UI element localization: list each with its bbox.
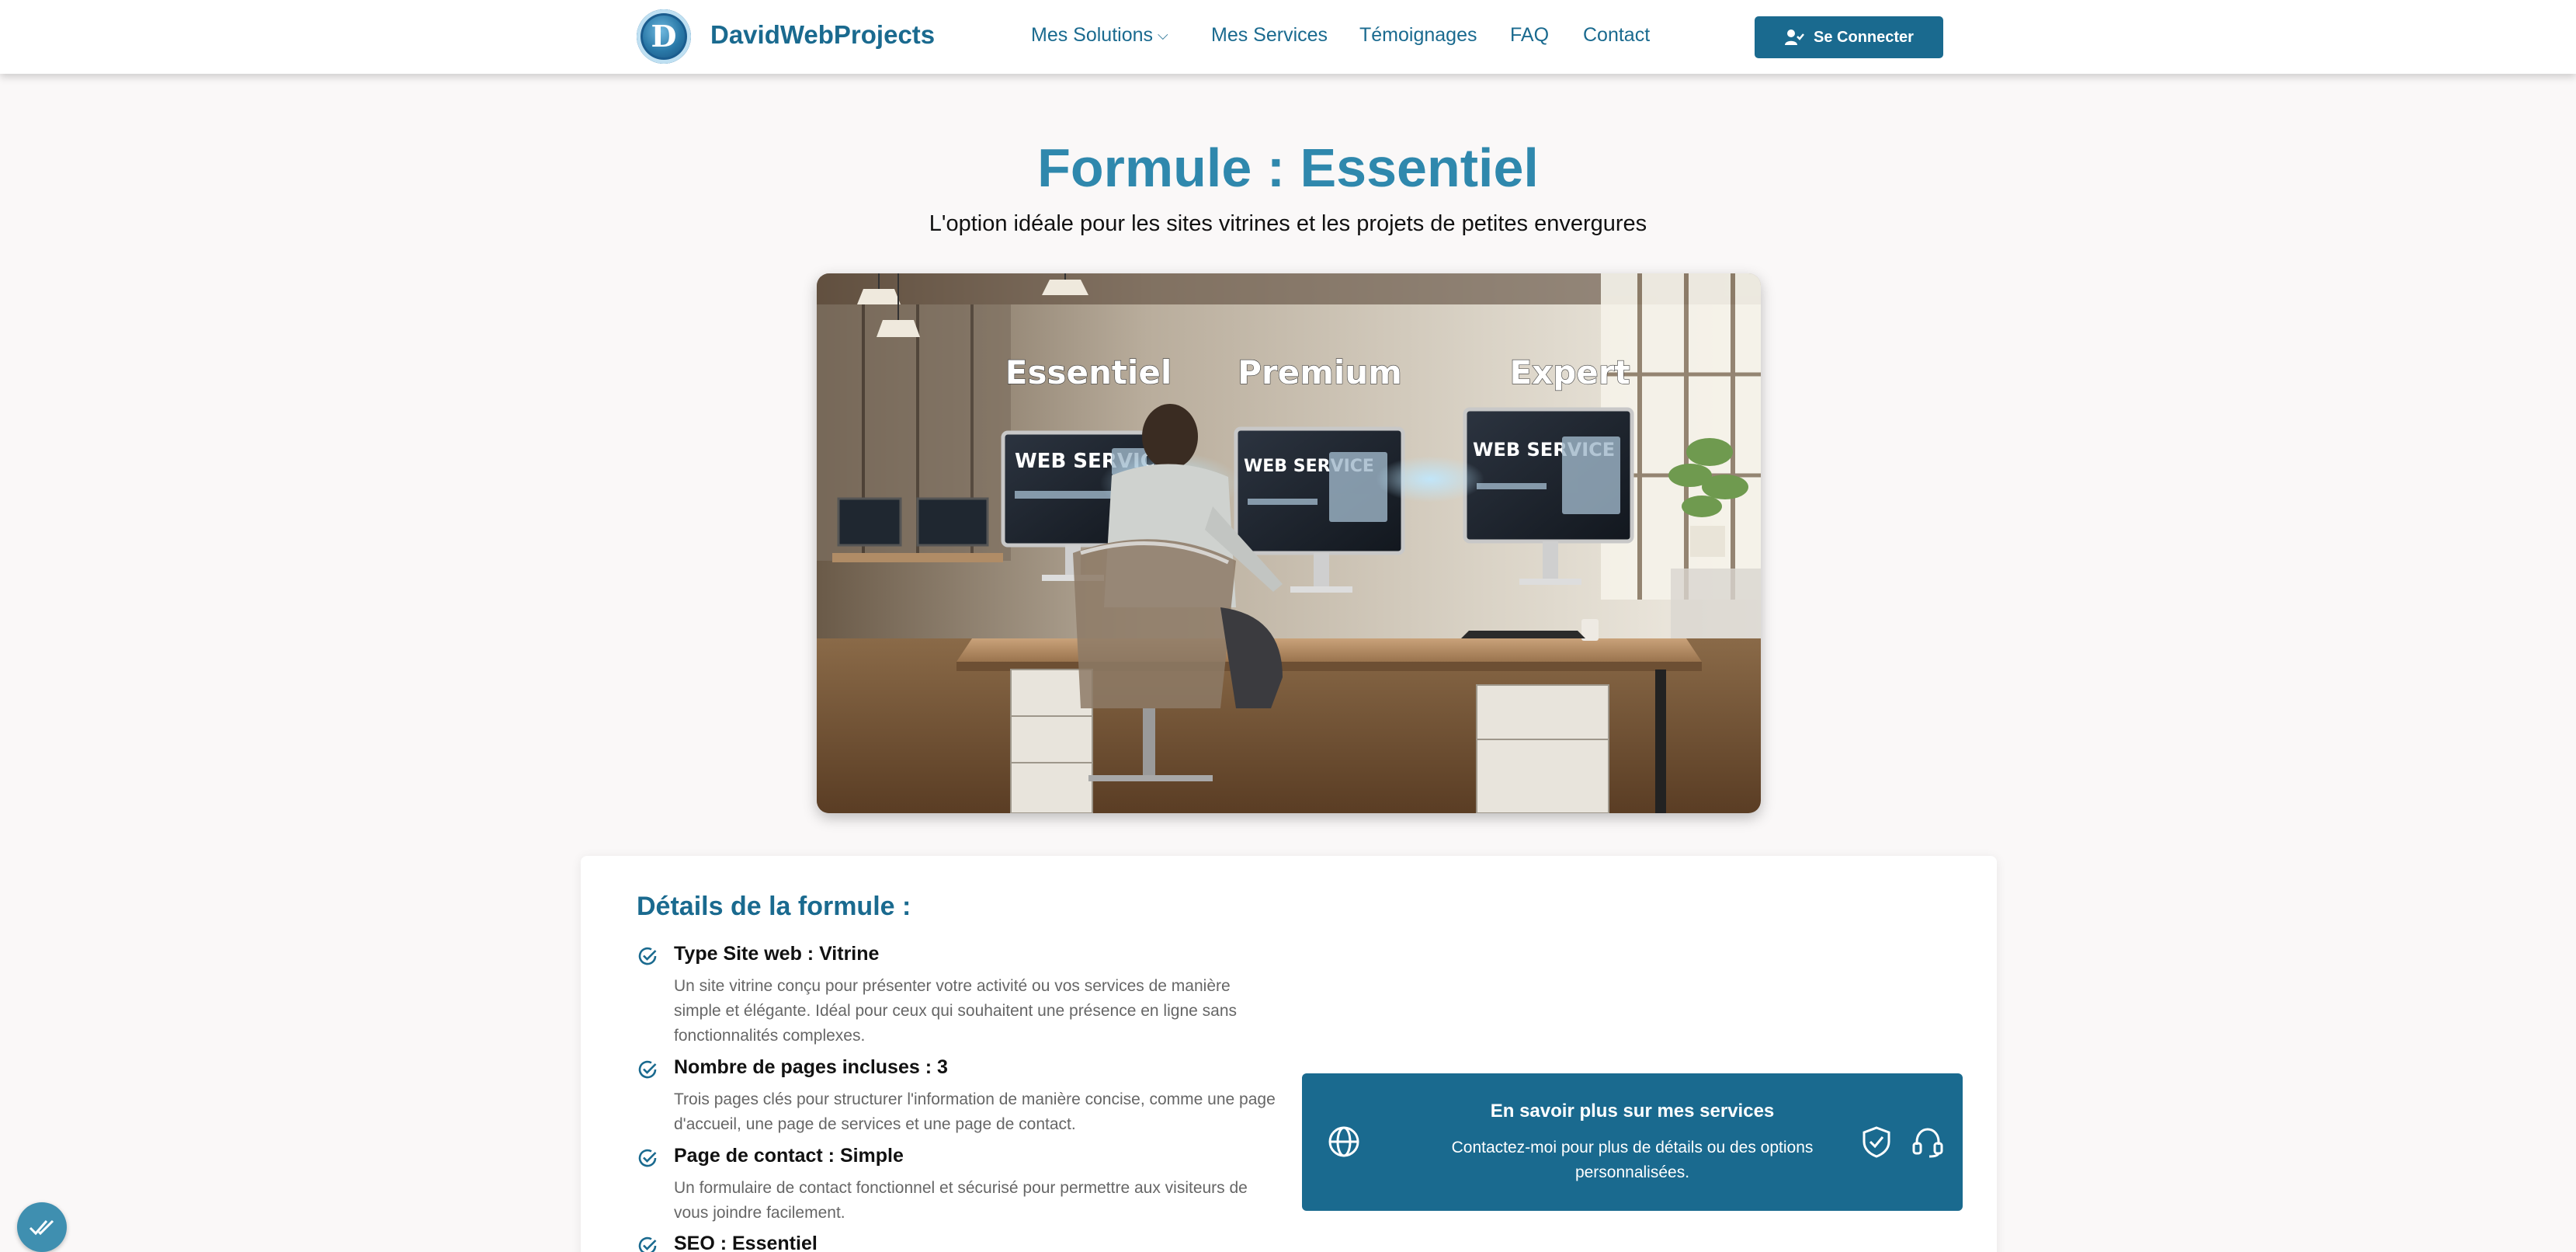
site-header: D DavidWebProjects Mes Solutions ⌵ Mes Se…: [0, 0, 2576, 74]
nav-temoignages[interactable]: Témoignages: [1359, 24, 1477, 47]
services-cta[interactable]: En savoir plus sur mes services Contacte…: [1302, 1073, 1963, 1211]
feature-title: SEO : Essentiel: [674, 1233, 818, 1252]
check-circle-icon: [638, 1060, 657, 1079]
feature-item: Nombre de pages incluses : 3 Trois pages…: [637, 1056, 1276, 1134]
page-title: Formule : Essentiel: [1037, 137, 1539, 198]
globe-icon: [1328, 1126, 1359, 1157]
check-circle-icon: [638, 1236, 657, 1252]
double-check-icon: [29, 1219, 54, 1236]
nav-contact[interactable]: Contact: [1583, 24, 1650, 47]
user-check-icon: [1785, 30, 1804, 45]
check-circle-icon: [638, 947, 657, 965]
nav-mes-solutions[interactable]: Mes Solutions ⌵: [1031, 24, 1168, 47]
chevron-down-icon: ⌵: [1158, 27, 1168, 43]
feature-item: Type Site web : Vitrine Un site vitrine …: [637, 943, 1273, 1045]
image-label-premium: Premium: [1238, 353, 1402, 391]
headset-icon: [1912, 1128, 1943, 1158]
feature-description: Un formulaire de contact fonctionnel et …: [674, 1179, 1248, 1222]
login-button-label: Se Connecter: [1814, 28, 1914, 46]
page-subtitle: L'option idéale pour les sites vitrines …: [929, 211, 1647, 236]
feature-title: Type Site web : Vitrine: [674, 943, 880, 965]
login-button[interactable]: Se Connecter: [1755, 16, 1943, 58]
feature-title: Page de contact : Simple: [674, 1145, 904, 1167]
cta-title: En savoir plus sur mes services: [1490, 1101, 1775, 1122]
shield-check-icon: [1863, 1126, 1890, 1158]
nav-mes-solutions-label: Mes Solutions: [1031, 24, 1154, 46]
details-title: Détails de la formule :: [637, 892, 911, 921]
nav-faq[interactable]: FAQ: [1510, 24, 1549, 47]
nav-mes-services[interactable]: Mes Services: [1211, 24, 1328, 47]
logo-icon[interactable]: D: [637, 9, 691, 64]
feature-item: Page de contact : Simple Un formulaire d…: [637, 1145, 1273, 1222]
check-circle-icon: [638, 1149, 657, 1167]
feature-description: Trois pages clés pour structurer l'infor…: [674, 1090, 1276, 1133]
image-label-expert: Expert: [1509, 353, 1630, 391]
feature-description: Un site vitrine conçu pour présenter vot…: [674, 977, 1237, 1045]
image-label-essentiel: Essentiel: [1005, 353, 1172, 391]
feature-title: Nombre de pages incluses : 3: [674, 1056, 948, 1078]
feature-item: SEO : Essentiel: [637, 1233, 1273, 1252]
cta-text: Contactez-moi pour plus de détails ou de…: [1451, 1139, 1814, 1181]
hero-image: WEB SERVICE WEB SERVICE WEB SERVICE Esse…: [817, 273, 1761, 813]
accessibility-toggle-button[interactable]: [17, 1202, 67, 1252]
brand-name[interactable]: DavidWebProjects: [710, 20, 935, 50]
